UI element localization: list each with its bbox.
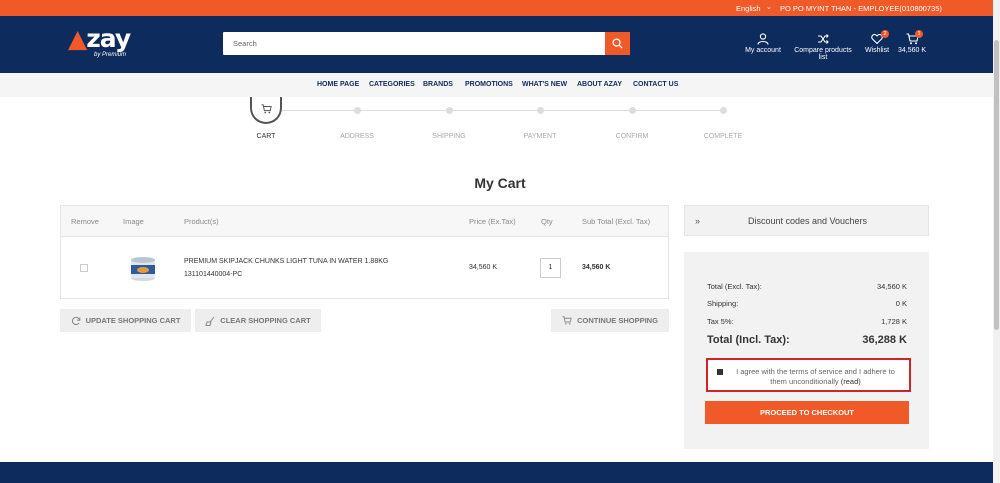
total-row: Total (Incl. Tax): 36,288 K xyxy=(707,334,907,346)
shuffle-icon xyxy=(818,34,829,44)
cart-total: 34,560 K xyxy=(897,47,927,54)
search-button[interactable] xyxy=(605,32,630,55)
broom-icon xyxy=(205,316,215,326)
subtotal-row: Total (Excl. Tax): 34,560 K xyxy=(707,282,907,291)
step-dot-shipping xyxy=(446,107,453,114)
step-dot-payment xyxy=(537,107,544,114)
step-label-shipping: SHIPPING xyxy=(432,133,466,140)
step-cart-active xyxy=(250,97,282,124)
col-remove: Remove xyxy=(71,217,99,226)
search-input[interactable] xyxy=(223,32,605,55)
cart-table: Remove Image Product(s) Price (Ex.Tax) Q… xyxy=(60,205,669,299)
product-subtotal: 34,560 K xyxy=(582,264,611,271)
site-footer xyxy=(0,462,1000,483)
cart-link[interactable]: 34,560 K 1 xyxy=(897,30,927,54)
terms-checkbox[interactable] xyxy=(717,369,723,375)
nav-whats-new[interactable]: WHAT'S NEW xyxy=(522,81,567,88)
continue-shopping-button[interactable]: CONTINUE SHOPPING xyxy=(551,309,669,332)
terms-text: I agree with the terms of service and I … xyxy=(736,367,895,386)
wishlist-count-badge: 2 xyxy=(881,30,889,38)
step-dot-complete xyxy=(720,107,727,114)
step-label-confirm: CONFIRM xyxy=(615,133,649,140)
refresh-icon xyxy=(71,316,80,325)
page-title: My Cart xyxy=(474,175,526,191)
step-dot-confirm xyxy=(629,107,636,114)
stepper-line xyxy=(282,110,724,111)
search-icon xyxy=(612,38,623,49)
nav-about[interactable]: ABOUT AZAY xyxy=(577,81,622,88)
product-price: 34,560 K xyxy=(469,264,498,271)
order-totals: Total (Excl. Tax): 34,560 K Shipping: 0 … xyxy=(684,252,929,449)
user-menu[interactable]: PO PO MYINT THAN - EMPLOYEE(010800735) xyxy=(780,4,942,13)
update-cart-button[interactable]: UPDATE SHOPPING CART xyxy=(60,309,191,332)
col-qty: Qty xyxy=(541,217,553,226)
step-dot-address xyxy=(354,107,361,114)
cart-icon xyxy=(261,104,272,114)
wishlist-link[interactable]: Wishlist 2 xyxy=(864,30,890,54)
nav-contact[interactable]: CONTACT US xyxy=(633,81,678,88)
product-sku: 131101440004-PC xyxy=(184,271,243,278)
user-icon xyxy=(757,33,769,45)
nav-promotions[interactable]: PROMOTIONS xyxy=(465,81,513,88)
cart-icon xyxy=(562,316,572,325)
shipping-row: Shipping: 0 K xyxy=(707,299,907,308)
discount-toggle[interactable]: » Discount codes and Vouchers xyxy=(684,205,929,236)
my-account-link[interactable]: My account xyxy=(745,33,781,54)
remove-checkbox[interactable] xyxy=(80,264,88,272)
top-strip: English ⌄ PO PO MYINT THAN - EMPLOYEE(01… xyxy=(0,0,1000,16)
step-label-complete: COMPLETE xyxy=(703,133,743,140)
search-bar xyxy=(223,32,630,55)
nav-home[interactable]: HOME PAGE xyxy=(317,81,359,88)
cart-table-header: Remove Image Product(s) Price (Ex.Tax) Q… xyxy=(61,206,668,237)
product-image[interactable] xyxy=(127,254,159,282)
nav-brands[interactable]: BRANDS xyxy=(423,81,453,88)
step-label-address: ADDRESS xyxy=(340,133,374,140)
nav-categories[interactable]: CATEGORIES xyxy=(369,81,415,88)
quantity-input[interactable]: 1 xyxy=(540,258,561,278)
language-selector[interactable]: English xyxy=(736,4,761,13)
col-subtotal: Sub Total (Excl. Tax) xyxy=(582,217,651,226)
logo-box-icon: ▲ xyxy=(68,24,87,53)
col-product: Product(s) xyxy=(184,217,219,226)
chevron-down-icon[interactable]: ⌄ xyxy=(766,3,772,11)
step-label-cart: CART xyxy=(256,133,276,140)
clear-cart-button[interactable]: CLEAR SHOPPING CART xyxy=(195,309,321,332)
compare-products-link[interactable]: Compare products list xyxy=(789,33,857,61)
step-label-payment: PAYMENT xyxy=(523,133,557,140)
azay-logo[interactable]: ▲zay by Premium xyxy=(68,24,134,64)
tax-row: Tax 5%: 1,728 K xyxy=(707,317,907,326)
chevron-down-icon[interactable]: ⌄ xyxy=(920,3,926,11)
col-price: Price (Ex.Tax) xyxy=(469,217,516,226)
col-image: Image xyxy=(123,217,144,226)
main-nav: HOME PAGE CATEGORIES BRANDS PROMOTIONS W… xyxy=(0,73,1000,97)
site-header: ▲zay by Premium My account Compare produ… xyxy=(0,16,1000,73)
product-name[interactable]: PREMIUM SKIPJACK CHUNKS LIGHT TUNA IN WA… xyxy=(184,258,388,265)
scrollbar-thumb[interactable] xyxy=(994,40,999,330)
proceed-to-checkout-button[interactable]: PROCEED TO CHECKOUT xyxy=(705,401,909,424)
terms-read-link[interactable]: (read) xyxy=(841,377,861,386)
page-scrollbar[interactable] xyxy=(993,0,1000,483)
terms-agreement: I agree with the terms of service and I … xyxy=(706,358,911,392)
cart-count-badge: 1 xyxy=(915,30,923,38)
